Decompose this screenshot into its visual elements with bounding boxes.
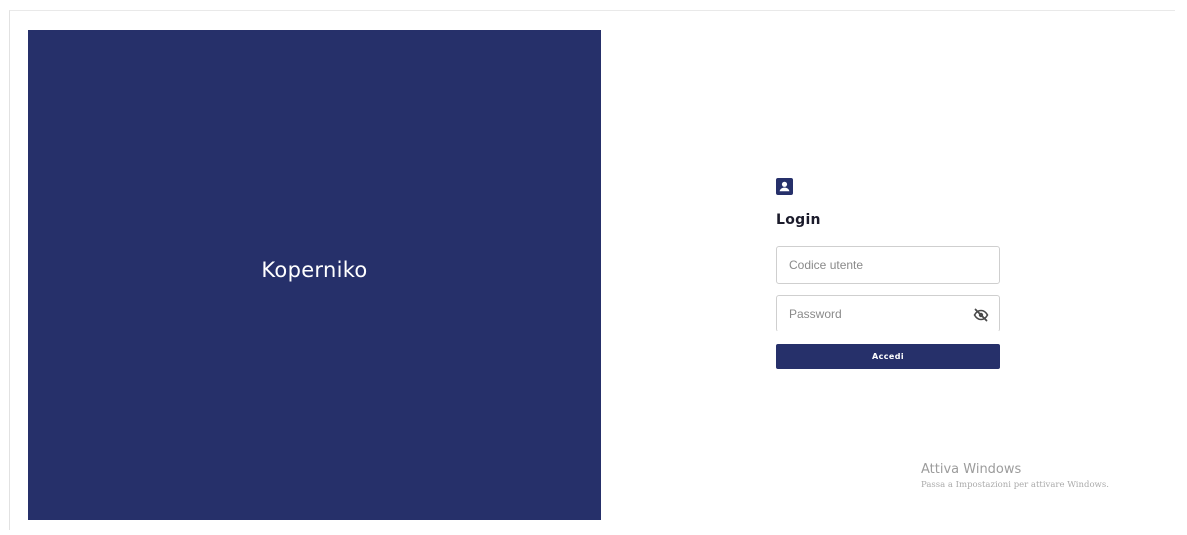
brand-panel: Koperniko bbox=[28, 30, 601, 520]
eye-slash-icon[interactable] bbox=[973, 307, 989, 323]
user-card-icon bbox=[776, 178, 793, 195]
watermark-title: Attiva Windows bbox=[921, 462, 1022, 477]
password-field-wrapper bbox=[776, 295, 1000, 332]
login-button[interactable]: Accedi bbox=[776, 344, 1000, 369]
windows-activation-watermark: Attiva Windows Passa a Impostazioni per … bbox=[921, 462, 1109, 490]
watermark-subtitle: Passa a Impostazioni per attivare Window… bbox=[921, 480, 1109, 490]
login-title: Login bbox=[776, 212, 821, 228]
username-field-wrapper bbox=[776, 246, 1000, 284]
password-input[interactable] bbox=[777, 296, 999, 331]
login-form: Login Accedi bbox=[776, 178, 1000, 369]
brand-name: Koperniko bbox=[261, 258, 368, 282]
username-input[interactable] bbox=[777, 247, 999, 283]
